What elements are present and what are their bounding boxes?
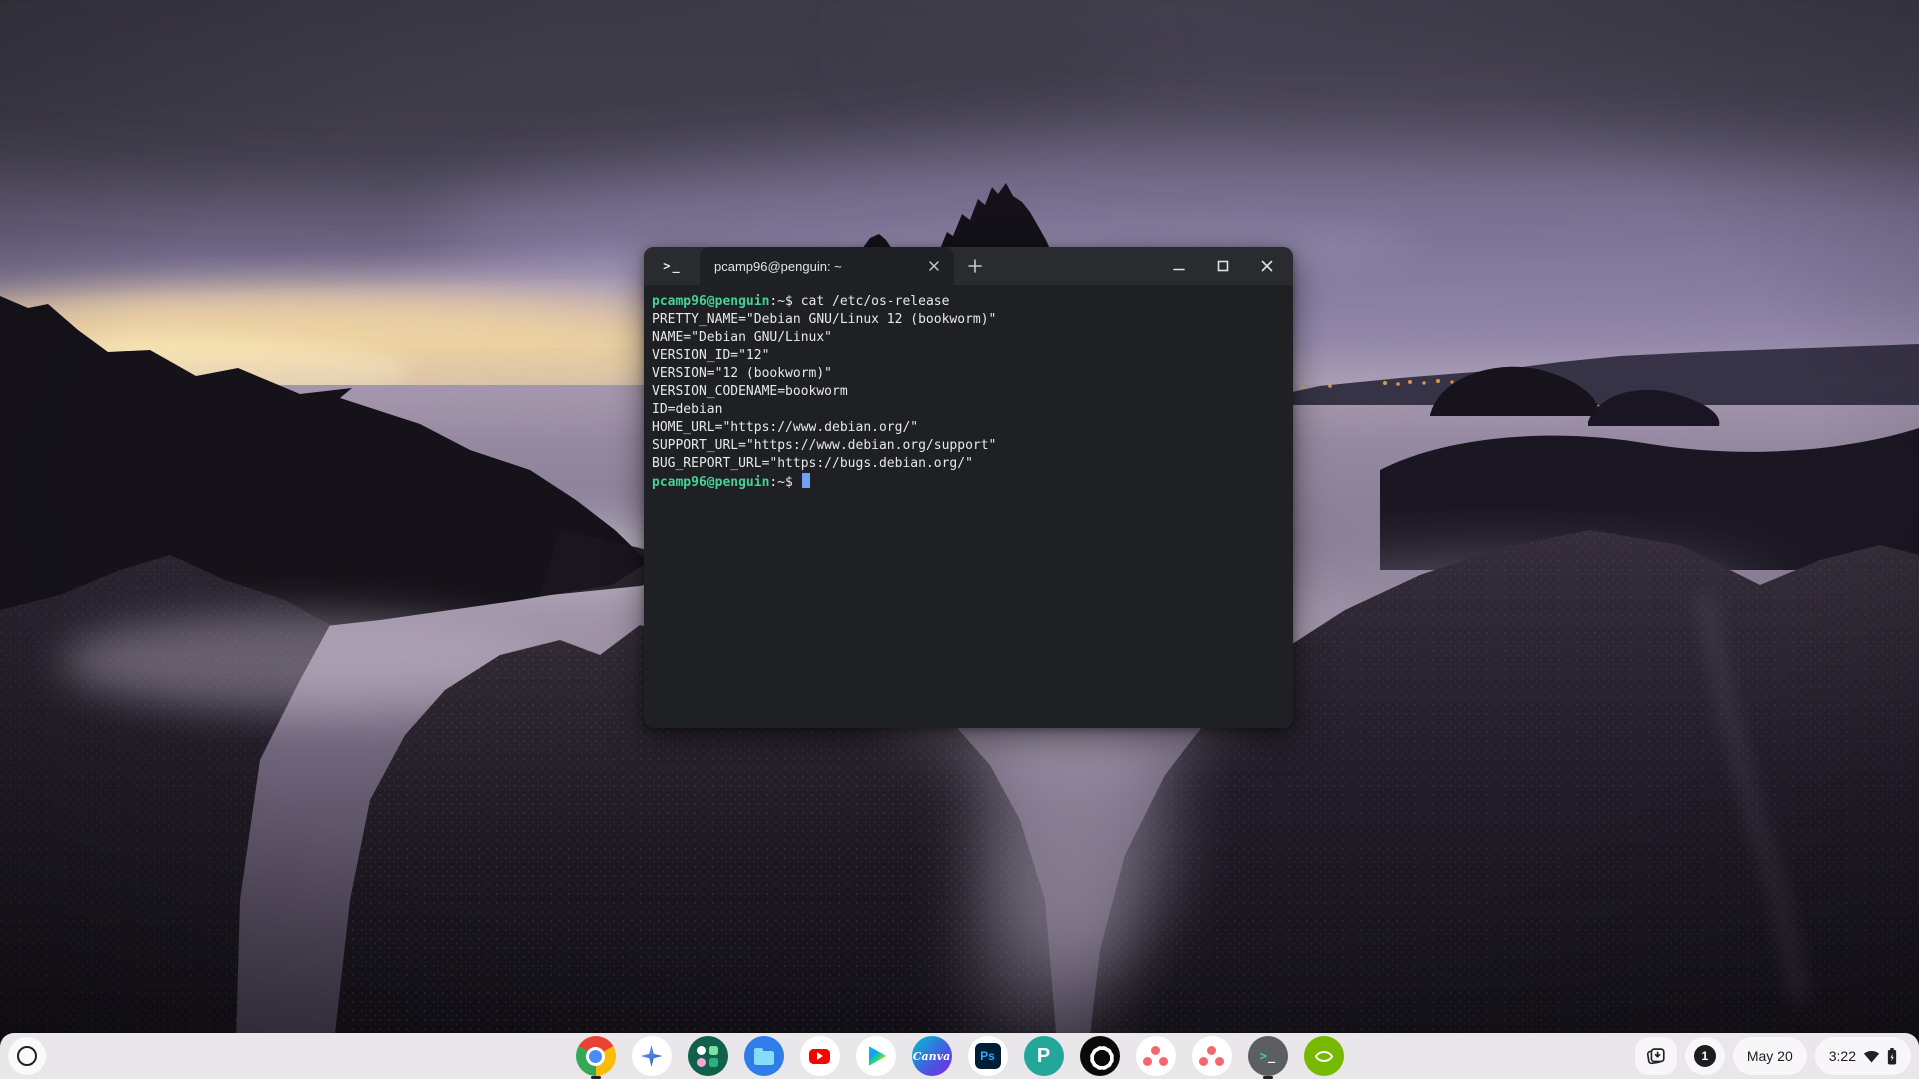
tab-close-icon[interactable] bbox=[922, 254, 946, 278]
terminal-line: VERSION_CODENAME=bookworm bbox=[652, 383, 1285, 401]
terminal-window: >_ pcamp96@penguin: ~ bbox=[644, 247, 1293, 728]
date-pill[interactable]: May 20 bbox=[1733, 1037, 1807, 1075]
terminal-app-icon: >_ bbox=[644, 247, 700, 285]
close-button[interactable] bbox=[1257, 256, 1277, 276]
chatgpt-icon bbox=[1080, 1036, 1120, 1076]
asana-app-button[interactable] bbox=[1136, 1036, 1176, 1076]
canva-app-button[interactable]: Canva bbox=[912, 1036, 952, 1076]
terminal-line: pcamp96@penguin:~$ cat /etc/os-release bbox=[652, 293, 1285, 311]
terminal-cursor bbox=[802, 473, 810, 488]
terminal-line: VERSION="12 (bookworm)" bbox=[652, 365, 1285, 383]
battery-charging-icon bbox=[1887, 1048, 1897, 1065]
files-app-button[interactable] bbox=[744, 1036, 784, 1076]
launcher-button[interactable] bbox=[8, 1037, 46, 1075]
play-store-app-button[interactable] bbox=[856, 1036, 896, 1076]
terminal-output[interactable]: pcamp96@penguin:~$ cat /etc/os-releasePR… bbox=[644, 285, 1293, 491]
gemini-icon bbox=[632, 1036, 672, 1076]
notification-counter[interactable]: 1 bbox=[1685, 1037, 1725, 1075]
terminal-icon: >_ bbox=[1248, 1036, 1288, 1076]
files-icon bbox=[744, 1036, 784, 1076]
play-store-icon bbox=[856, 1036, 896, 1076]
terminal-titlebar[interactable]: >_ pcamp96@penguin: ~ bbox=[644, 247, 1293, 285]
terminal-line: SUPPORT_URL="https://www.debian.org/supp… bbox=[652, 437, 1285, 455]
chatgpt-app-button[interactable] bbox=[1080, 1036, 1120, 1076]
padlet-icon: P bbox=[1024, 1036, 1064, 1076]
geforce-now-app-button[interactable] bbox=[1304, 1036, 1344, 1076]
tote-icon bbox=[1645, 1045, 1667, 1067]
launcher-icon bbox=[17, 1046, 37, 1066]
terminal-line: pcamp96@penguin:~$ bbox=[652, 473, 1285, 491]
seesaw-icon bbox=[688, 1036, 728, 1076]
chrome-icon bbox=[576, 1036, 616, 1076]
youtube-icon bbox=[800, 1036, 840, 1076]
asana-icon bbox=[1136, 1036, 1176, 1076]
window-controls bbox=[1169, 247, 1293, 285]
terminal-line: ID=debian bbox=[652, 401, 1285, 419]
youtube-app-button[interactable] bbox=[800, 1036, 840, 1076]
desktop: >_ pcamp96@penguin: ~ bbox=[0, 0, 1919, 1079]
geforce-now-icon bbox=[1304, 1036, 1344, 1076]
terminal-tab-title: pcamp96@penguin: ~ bbox=[714, 259, 922, 274]
time-label: 3:22 bbox=[1829, 1048, 1856, 1064]
quick-settings[interactable]: 3:22 bbox=[1815, 1037, 1911, 1075]
terminal-line: HOME_URL="https://www.debian.org/" bbox=[652, 419, 1285, 437]
status-area: 1 May 20 3:22 bbox=[1635, 1037, 1911, 1075]
date-label: May 20 bbox=[1747, 1048, 1793, 1064]
maximize-button[interactable] bbox=[1213, 256, 1233, 276]
photoshop-icon: Ps bbox=[968, 1036, 1008, 1076]
shelf-apps: Canva Ps P >_ bbox=[576, 1036, 1344, 1076]
asana-icon bbox=[1192, 1036, 1232, 1076]
tote-button[interactable] bbox=[1635, 1037, 1677, 1075]
shelf: Canva Ps P >_ 1 May 20 3:22 bbox=[0, 1033, 1919, 1079]
terminal-line: NAME="Debian GNU/Linux" bbox=[652, 329, 1285, 347]
canva-icon: Canva bbox=[912, 1036, 952, 1076]
terminal-app-button[interactable]: >_ bbox=[1248, 1036, 1288, 1076]
chrome-app-button[interactable] bbox=[576, 1036, 616, 1076]
asana-app-button[interactable] bbox=[1192, 1036, 1232, 1076]
terminal-line: BUG_REPORT_URL="https://bugs.debian.org/… bbox=[652, 455, 1285, 473]
seesaw-app-button[interactable] bbox=[688, 1036, 728, 1076]
photoshop-app-button[interactable]: Ps bbox=[968, 1036, 1008, 1076]
padlet-app-button[interactable]: P bbox=[1024, 1036, 1064, 1076]
new-tab-button[interactable] bbox=[954, 247, 996, 285]
terminal-line: VERSION_ID="12" bbox=[652, 347, 1285, 365]
wifi-icon bbox=[1863, 1050, 1880, 1063]
terminal-line: PRETTY_NAME="Debian GNU/Linux 12 (bookwo… bbox=[652, 311, 1285, 329]
minimize-button[interactable] bbox=[1169, 256, 1189, 276]
terminal-tab[interactable]: pcamp96@penguin: ~ bbox=[700, 247, 954, 285]
gemini-app-button[interactable] bbox=[632, 1036, 672, 1076]
notification-count: 1 bbox=[1694, 1045, 1716, 1067]
